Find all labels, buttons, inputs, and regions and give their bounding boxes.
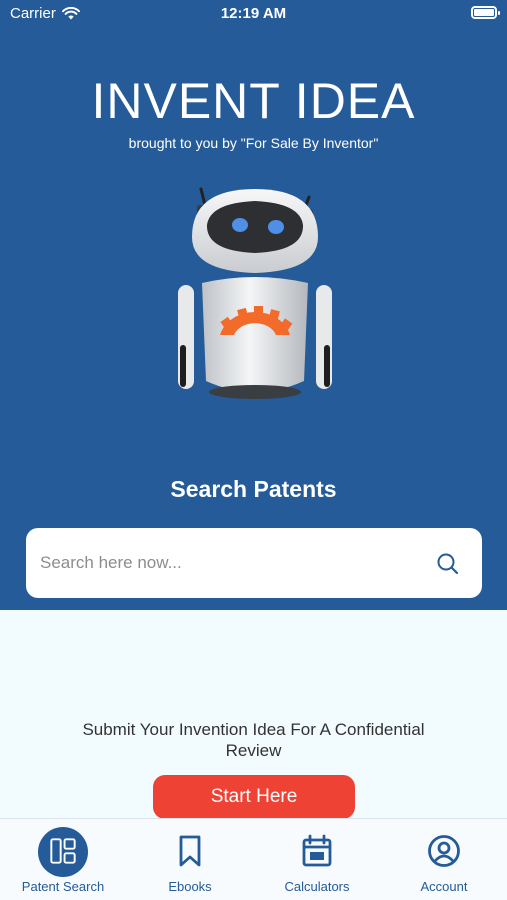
app-title: INVENT IDEA — [91, 73, 416, 129]
bookmark-icon — [179, 835, 201, 867]
grid-icon — [50, 838, 76, 864]
tab-label: Patent Search — [21, 879, 105, 894]
bottom-tab-bar: Patent Search Ebooks Calculators Account — [0, 818, 507, 900]
user-circle-icon — [428, 835, 460, 867]
submit-idea-text: Submit Your Invention Idea For A Confide… — [82, 720, 425, 760]
tab-patent-search[interactable]: Patent Search — [0, 819, 126, 900]
calendar-icon — [302, 834, 332, 867]
tab-label: Ebooks — [168, 879, 212, 894]
tab-label: Account — [420, 879, 468, 894]
tab-calculators[interactable]: Calculators — [254, 819, 380, 900]
battery-icon — [471, 6, 500, 19]
robot-mascot-image — [178, 187, 332, 399]
status-bar: Carrier 12:19 AM — [0, 0, 507, 28]
search-patents-heading: Search Patents — [170, 476, 337, 502]
search-bar[interactable] — [26, 528, 482, 598]
search-icon[interactable] — [436, 552, 460, 576]
start-here-button[interactable]: Start Here — [153, 775, 355, 819]
status-time: 12:19 AM — [220, 5, 287, 22]
battery-level — [474, 9, 494, 16]
tab-account[interactable]: Account — [381, 819, 507, 900]
app-tagline: brought to you by "For Sale By Inventor" — [128, 135, 379, 151]
tab-label: Calculators — [284, 879, 350, 894]
tab-ebooks[interactable]: Ebooks — [127, 819, 253, 900]
hero-section: Carrier 12:19 AM INVENT IDEA brought to … — [0, 0, 507, 610]
search-input[interactable] — [40, 528, 420, 598]
